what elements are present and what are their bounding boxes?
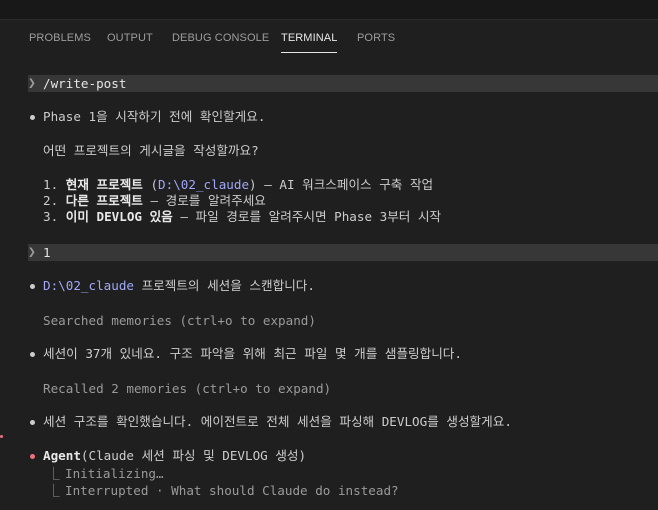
message-phase1: Phase 1을 시작하기 전에 확인할게요. <box>43 109 266 124</box>
option-title: 이미 DEVLOG 있음 <box>65 209 173 224</box>
agent-bullet-icon <box>30 454 35 459</box>
option-number: 2. <box>43 193 59 208</box>
question-text: 어떤 프로젝트의 게시글을 작성할까요? <box>43 143 259 158</box>
message-sessions: 세션이 37개 있네요. 구조 파악을 위해 최근 파일 몇 개를 샘플링합니다… <box>43 346 462 361</box>
bullet-icon <box>30 420 35 425</box>
prompt-chevron-icon: ❯ <box>28 245 36 260</box>
user-answer: 1 <box>43 245 51 260</box>
tab-debug-console[interactable]: DEBUG CONSOLE <box>172 32 269 44</box>
bullet-icon <box>30 115 35 120</box>
message-scan: D:\02_claude 프로젝트의 세션을 스캔합니다. <box>43 278 315 294</box>
option-1: 1. 현재 프로젝트 (D:\02_claude) — AI 워크스페이스 구축… <box>43 177 433 193</box>
title-strip <box>0 0 658 20</box>
option-number: 1. <box>43 177 59 192</box>
project-path: D:\02_claude <box>43 278 134 293</box>
prompt-chevron-icon: ❯ <box>28 76 36 91</box>
prompt-highlight <box>28 244 658 261</box>
message-scan-text: 프로젝트의 세션을 스캔합니다. <box>134 278 315 293</box>
option-desc: — 경로를 알려주세요 <box>142 193 266 208</box>
recalled-memories[interactable]: Recalled 2 memories (ctrl+o to expand) <box>43 381 331 397</box>
option-desc: — 파일 경로를 알려주시면 Phase 3부터 시작 <box>172 209 442 224</box>
option-title: 다른 프로젝트 <box>65 193 143 208</box>
project-path: D:\02_claude <box>158 177 250 192</box>
agent-name: Agent <box>43 448 81 463</box>
tab-problems[interactable]: PROBLEMS <box>29 32 91 44</box>
tab-output[interactable]: OUTPUT <box>107 32 153 44</box>
tab-ports[interactable]: PORTS <box>357 32 395 44</box>
agent-status-interrupted: Interrupted · What should Claude do inst… <box>65 483 399 498</box>
bullet-icon <box>30 284 35 289</box>
agent-status-initializing: Initializing… <box>65 466 164 481</box>
searched-memories[interactable]: Searched memories (ctrl+o to expand) <box>43 313 316 329</box>
terminal-output[interactable]: ❯ /write-post Phase 1을 시작하기 전에 확인할게요. 어떤… <box>0 58 658 510</box>
option-3: 3. 이미 DEVLOG 있음 — 파일 경로를 알려주시면 Phase 3부터… <box>43 209 441 225</box>
option-2: 2. 다른 프로젝트 — 경로를 알려주세요 <box>43 193 266 209</box>
panel-tab-bar: PROBLEMS OUTPUT DEBUG CONSOLE TERMINAL P… <box>0 20 658 58</box>
option-desc: ) — AI 워크스페이스 구축 작업 <box>249 177 434 192</box>
option-number: 3. <box>43 209 59 224</box>
elbow-icon: ⎿ <box>47 466 60 481</box>
command-write-post: /write-post <box>43 76 127 91</box>
tab-terminal[interactable]: TERMINAL <box>281 32 338 53</box>
agent-args: (Claude 세션 파싱 및 DEVLOG 생성) <box>80 448 307 463</box>
elbow-icon: ⎿ <box>47 483 60 498</box>
agent-call: Agent(Claude 세션 파싱 및 DEVLOG 생성) <box>43 448 306 464</box>
option-open-paren: ( <box>142 177 159 192</box>
scroll-marker <box>0 435 3 438</box>
option-title: 현재 프로젝트 <box>65 177 143 192</box>
bullet-icon <box>30 352 35 357</box>
message-structure: 세션 구조를 확인했습니다. 에이전트로 전체 세션을 파싱해 DEVLOG를 … <box>43 414 512 429</box>
